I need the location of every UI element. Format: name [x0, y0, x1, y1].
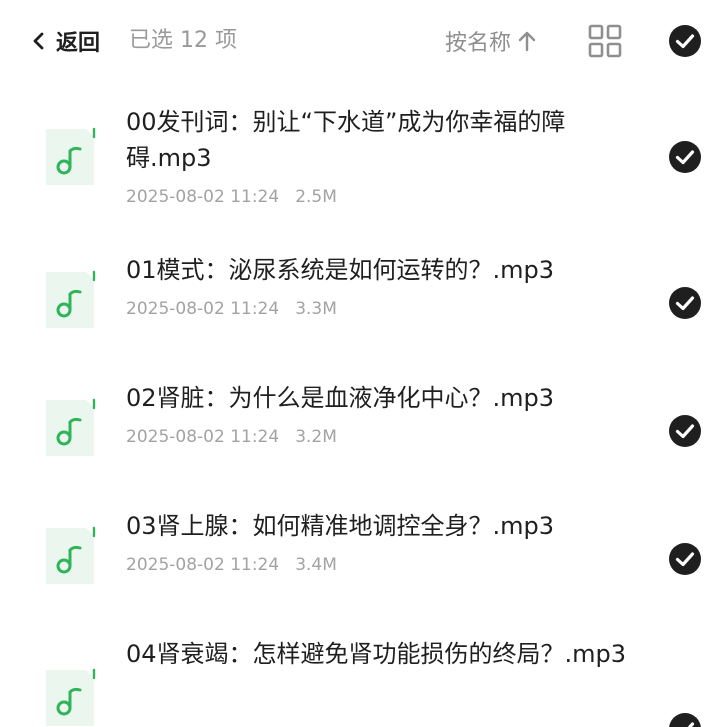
file-checkbox[interactable] — [668, 712, 702, 727]
grid-view-icon[interactable] — [588, 24, 622, 58]
sort-label: 按名称 — [445, 31, 512, 56]
music-file-icon — [42, 125, 98, 189]
file-checkbox[interactable] — [668, 286, 702, 320]
top-bar: 返回 已选 12 项 按名称 — [0, 0, 712, 82]
file-size: 3.2M — [295, 427, 337, 447]
file-name: 02肾脏：为什么是血液净化中心？.mp3 — [126, 384, 555, 412]
file-size: 3.4M — [295, 555, 337, 575]
music-file-icon — [42, 396, 98, 460]
check-circle-icon — [669, 287, 701, 319]
file-meta: 2025-08-02 11:24 2.5M — [126, 187, 337, 207]
file-list: 00发刊词：别让“下水道”成为你幸福的障碍.mp3 2025-08-02 11:… — [0, 82, 712, 727]
file-size: 3.3M — [295, 299, 337, 319]
file-row[interactable]: 00发刊词：别让“下水道”成为你幸福的障碍.mp3 2025-08-02 11:… — [0, 82, 712, 238]
file-meta: 2025-08-02 11:24 3.3M — [126, 299, 337, 319]
sort-by-name-button[interactable]: 按名称 — [445, 22, 537, 60]
back-button[interactable]: 返回 — [28, 22, 100, 60]
check-circle-icon — [669, 141, 701, 173]
music-file-icon — [42, 666, 98, 727]
file-name: 04肾衰竭：怎样避免肾功能损伤的终局？.mp3 — [126, 640, 627, 668]
file-row[interactable]: 03肾上腺：如何精准地调控全身？.mp3 2025-08-02 11:24 3.4… — [0, 494, 712, 622]
selected-count: 已选 12 项 — [129, 28, 237, 53]
file-row[interactable]: 01模式：泌尿系统是如何运转的？.mp3 2025-08-02 11:24 3.3… — [0, 238, 712, 366]
file-date: 2025-08-02 11:24 — [126, 427, 280, 447]
file-checkbox[interactable] — [668, 542, 702, 576]
file-meta: 2025-08-02 11:24 3.4M — [126, 555, 337, 575]
file-size: 2.5M — [295, 187, 337, 207]
arrow-up-icon — [518, 31, 536, 52]
check-circle-icon — [669, 713, 701, 727]
file-checkbox[interactable] — [668, 414, 702, 448]
file-row[interactable]: 02肾脏：为什么是血液净化中心？.mp3 2025-08-02 11:24 3.2… — [0, 366, 712, 494]
file-row[interactable]: 04肾衰竭：怎样避免肾功能损伤的终局？.mp3 — [0, 622, 712, 727]
file-name: 03肾上腺：如何精准地调控全身？.mp3 — [126, 512, 555, 540]
file-name: 00发刊词：别让“下水道”成为你幸福的障碍.mp3 — [126, 108, 566, 172]
select-all-checkbox[interactable] — [668, 24, 702, 58]
chevron-left-icon — [33, 32, 44, 50]
check-circle-icon — [669, 25, 701, 57]
check-circle-icon — [669, 415, 701, 447]
music-file-icon — [42, 524, 98, 588]
file-date: 2025-08-02 11:24 — [126, 555, 280, 575]
check-circle-icon — [669, 543, 701, 575]
file-meta: 2025-08-02 11:24 3.2M — [126, 427, 337, 447]
back-label: 返回 — [56, 31, 101, 56]
music-file-icon — [42, 268, 98, 332]
file-date: 2025-08-02 11:24 — [126, 187, 280, 207]
file-name: 01模式：泌尿系统是如何运转的？.mp3 — [126, 256, 555, 284]
file-date: 2025-08-02 11:24 — [126, 299, 280, 319]
file-checkbox[interactable] — [668, 140, 702, 174]
